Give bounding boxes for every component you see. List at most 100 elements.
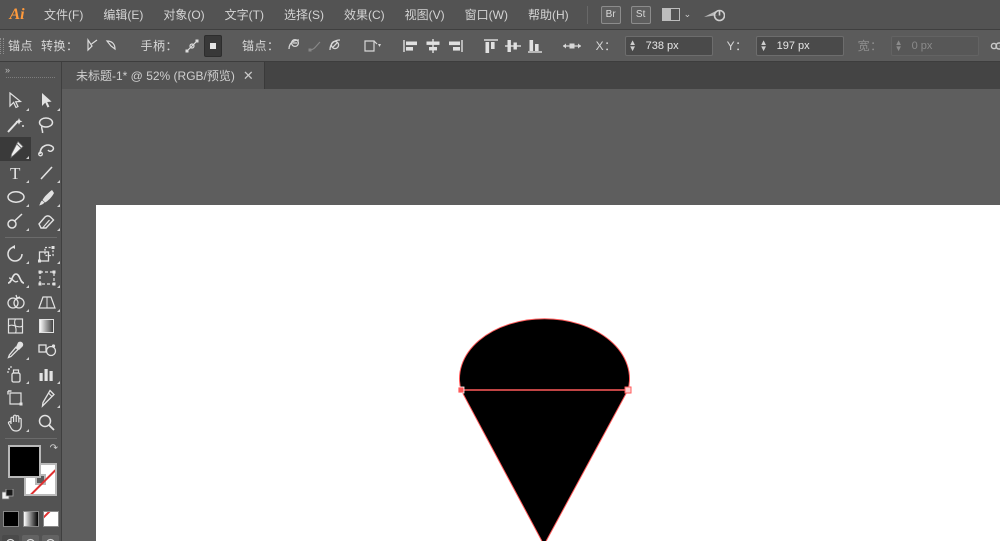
x-field[interactable]: ▲ ▼ 738 px (624, 35, 713, 56)
ellipse-tool[interactable] (0, 185, 31, 209)
flyout-indicator-icon (57, 204, 60, 207)
line-segment-tool[interactable] (31, 161, 62, 185)
align-right-icon[interactable] (446, 35, 464, 57)
close-icon[interactable]: ✕ (243, 69, 254, 82)
menu-type[interactable]: 文字(T) (215, 0, 274, 30)
swap-fill-stroke-icon[interactable]: ↷ (50, 443, 58, 454)
y-field[interactable]: ▲ ▼ 197 px (755, 35, 844, 56)
lasso-tool[interactable] (31, 113, 62, 137)
flyout-indicator-icon (57, 381, 60, 384)
column-graph-tool[interactable] (31, 362, 62, 386)
x-label: X： (595, 39, 617, 53)
cut-path-icon[interactable] (327, 35, 344, 57)
none-swatch[interactable] (42, 511, 59, 527)
stock-button[interactable]: St (630, 5, 651, 24)
flyout-indicator-icon (26, 180, 29, 183)
menu-file[interactable]: 文件(F) (34, 0, 93, 30)
hide-handles-icon[interactable] (204, 34, 223, 57)
document-tab[interactable]: 未标题-1* @ 52% (RGB/预览) ✕ (62, 62, 265, 89)
flyout-indicator-icon (57, 405, 60, 408)
unlink-proportions-icon[interactable] (989, 35, 1000, 57)
paintbrush-tool[interactable] (31, 185, 62, 209)
align-top-icon[interactable] (482, 35, 500, 57)
gradient-tool[interactable] (31, 314, 62, 338)
default-fill-stroke-icon[interactable] (2, 489, 14, 501)
flyout-indicator-icon (26, 309, 29, 312)
shape-builder-tool[interactable] (0, 290, 31, 314)
flyout-indicator-icon (57, 285, 60, 288)
blend-tool[interactable] (31, 338, 62, 362)
convert-to-smooth-icon[interactable] (105, 35, 121, 57)
flyout-indicator-icon (57, 309, 60, 312)
tool-panel-drag-handle[interactable] (6, 77, 55, 86)
menu-window[interactable]: 窗口(W) (455, 0, 518, 30)
menu-help[interactable]: 帮助(H) (518, 0, 579, 30)
symbol-sprayer-tool[interactable] (0, 362, 31, 386)
slice-tool[interactable] (31, 386, 62, 410)
pen-tool[interactable] (0, 137, 31, 161)
artboard-tool[interactable] (0, 386, 31, 410)
arrange-documents-icon (661, 8, 680, 21)
width-tool[interactable] (0, 266, 31, 290)
handles-label: 手柄： (140, 39, 179, 53)
menu-view[interactable]: 视图(V) (395, 0, 455, 30)
flyout-indicator-icon (26, 156, 29, 159)
menu-effect[interactable]: 效果(C) (334, 0, 395, 30)
flyout-indicator-icon (26, 261, 29, 264)
flyout-indicator-icon (26, 228, 29, 231)
align-horizontal-center-icon[interactable] (424, 35, 442, 57)
align-vertical-center-icon[interactable] (504, 35, 522, 57)
isolate-selected-icon[interactable] (362, 35, 384, 57)
x-stepper[interactable]: ▲ ▼ (626, 37, 640, 55)
y-stepper[interactable]: ▲ ▼ (757, 37, 771, 55)
anchors-label: 锚点： (242, 39, 280, 53)
teardrop-pin-path[interactable] (459, 318, 630, 541)
width-field[interactable]: ▲ ▼ 0 px (890, 35, 979, 56)
bridge-button[interactable]: Br (600, 5, 621, 24)
menu-edit[interactable]: 编辑(E) (93, 0, 153, 30)
full-screen-mode[interactable] (42, 535, 59, 541)
width-stepper[interactable]: ▲ ▼ (892, 37, 906, 55)
color-swatch[interactable] (2, 511, 19, 527)
menu-select[interactable]: 选择(S) (274, 0, 334, 30)
perspective-grid-tool[interactable] (31, 290, 62, 314)
curvature-tool[interactable] (31, 137, 62, 161)
connect-anchor-icon[interactable] (307, 35, 323, 57)
cloud-sync-button[interactable] (703, 7, 726, 23)
arrange-documents-button[interactable]: ⌄ (661, 8, 691, 21)
menu-object[interactable]: 对象(O) (153, 0, 214, 30)
normal-screen-mode[interactable] (2, 535, 19, 541)
mesh-tool[interactable] (0, 314, 31, 338)
transform-handle-icon[interactable] (562, 35, 582, 57)
anchor-point-left[interactable] (457, 386, 465, 394)
hand-tool[interactable] (0, 410, 31, 434)
selection-tool[interactable] (0, 89, 31, 113)
anchor-point-right[interactable] (624, 386, 632, 394)
artboard[interactable] (96, 205, 1000, 541)
canvas-area[interactable] (62, 89, 1000, 541)
fill-swatch[interactable] (8, 445, 41, 478)
scale-tool[interactable] (31, 242, 62, 266)
tool-group-divider-1 (5, 237, 57, 238)
direct-selection-tool[interactable] (31, 89, 62, 113)
type-tool[interactable]: T (0, 161, 31, 185)
gradient-swatch[interactable] (22, 511, 39, 527)
convert-to-corner-icon[interactable] (85, 35, 101, 57)
rotate-tool[interactable] (0, 242, 31, 266)
zoom-tool[interactable] (31, 410, 62, 434)
free-transform-tool[interactable] (31, 266, 62, 290)
tool-grid: T (0, 89, 62, 434)
show-handles-icon[interactable] (184, 35, 200, 57)
flyout-indicator-icon (26, 204, 29, 207)
align-bottom-icon[interactable] (526, 35, 544, 57)
remove-anchor-icon[interactable] (286, 35, 303, 57)
flyout-indicator-icon (57, 228, 60, 231)
align-left-icon[interactable] (402, 35, 420, 57)
convert-label: 转换： (41, 39, 79, 53)
eraser-tool[interactable] (31, 209, 62, 233)
shaper-tool[interactable] (0, 209, 31, 233)
full-screen-menubar-mode[interactable] (22, 535, 39, 541)
eyedropper-tool[interactable] (0, 338, 31, 362)
magic-wand-tool[interactable] (0, 113, 31, 137)
collapse-panel-icon[interactable]: » (0, 62, 61, 77)
